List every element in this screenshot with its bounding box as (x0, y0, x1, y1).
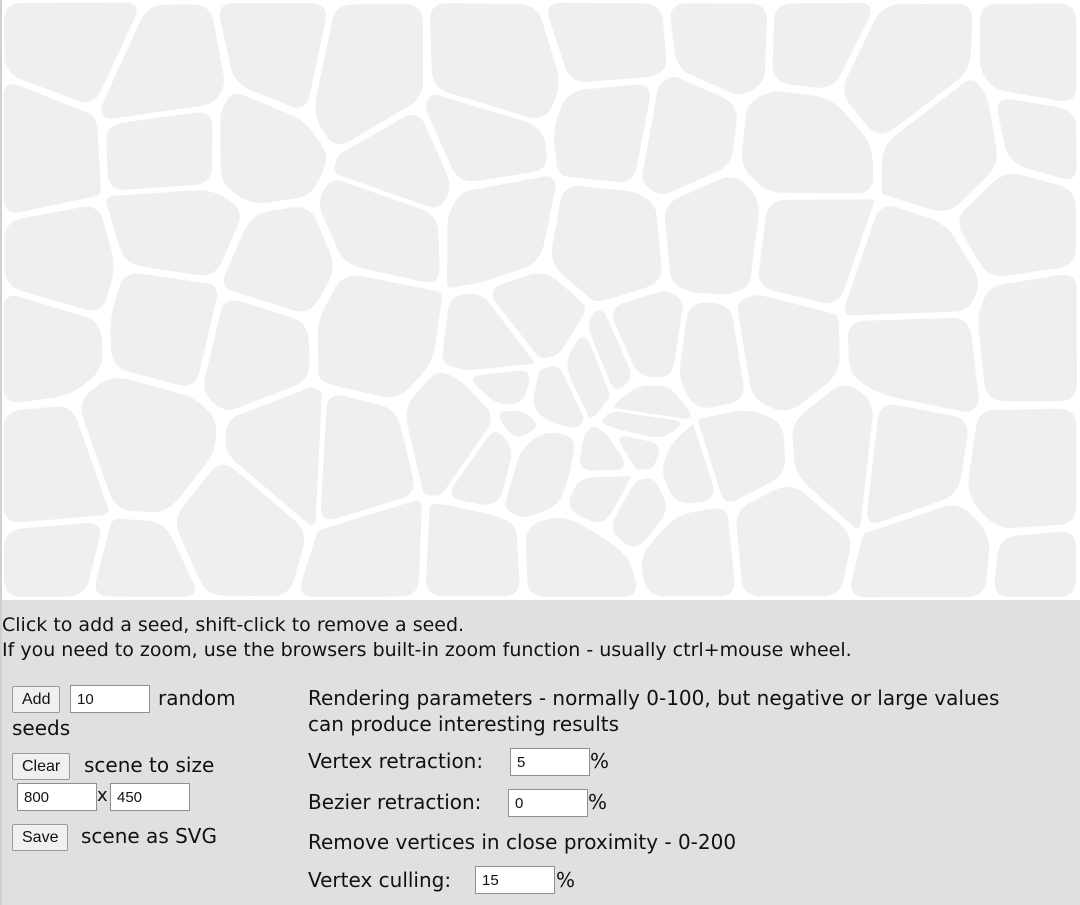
rendering-heading-2: can produce interesting results (308, 712, 620, 736)
random-label: random (158, 686, 236, 710)
voronoi-canvas[interactable] (0, 0, 1080, 600)
voronoi-cell (106, 112, 213, 190)
voronoi-cell (3, 295, 103, 403)
voronoi-cell (664, 177, 759, 295)
scene-height-input[interactable] (110, 783, 190, 811)
voronoi-cell (3, 522, 101, 597)
voronoi-cell (997, 99, 1077, 180)
voronoi-cell (847, 317, 979, 412)
vertex-culling-percent: % (556, 868, 576, 892)
bezier-retraction-input[interactable] (508, 789, 588, 817)
voronoi-cell (220, 93, 327, 203)
seeds-label: seeds (12, 716, 71, 740)
voronoi-cell (317, 275, 443, 398)
voronoi-cell (959, 173, 1076, 276)
voronoi-cell (473, 370, 530, 404)
voronoi-cell (548, 2, 667, 82)
random-count-input[interactable] (70, 685, 150, 713)
voronoi-cell (3, 84, 101, 213)
voronoi-cell (106, 190, 240, 276)
clear-button[interactable]: Clear (12, 753, 71, 780)
size-times-label: x (97, 785, 108, 806)
instruction-line-1: Click to add a seed, shift-click to remo… (2, 614, 465, 636)
voronoi-cell (223, 207, 333, 312)
voronoi-cell (670, 3, 767, 95)
vertex-retraction-label: Vertex retraction: (308, 749, 484, 773)
rendering-heading-1: Rendering parameters - normally 0-100, b… (308, 686, 1000, 710)
voronoi-cell (867, 404, 968, 523)
voronoi-cell (426, 503, 520, 597)
voronoi-cell (994, 531, 1077, 597)
voronoi-cell (219, 3, 327, 108)
voronoi-cell (679, 302, 744, 408)
bezier-retraction-percent: % (588, 790, 608, 814)
voronoi-cell (300, 500, 422, 597)
voronoi-diagram[interactable] (0, 0, 1080, 600)
scene-to-size-label: scene to size (84, 753, 215, 777)
voronoi-cell (642, 76, 737, 194)
voronoi-cell (551, 186, 662, 302)
voronoi-cell (447, 176, 556, 288)
voronoi-cell (619, 436, 660, 470)
voronoi-cell (110, 273, 218, 386)
voronoi-cell (968, 408, 1077, 529)
voronoi-cell (4, 206, 114, 311)
add-button[interactable]: Add (12, 686, 61, 713)
vertex-culling-label: Vertex culling: (308, 868, 452, 892)
voronoi-cell (505, 432, 575, 517)
page-left-border (0, 0, 2, 905)
vertex-culling-input[interactable] (475, 866, 555, 894)
vertex-retraction-percent: % (590, 749, 610, 773)
voronoi-cell (499, 410, 537, 437)
voronoi-cell (579, 426, 624, 471)
voronoi-cell (204, 300, 310, 410)
voronoi-cell (737, 295, 840, 411)
instruction-line-2: If you need to zoom, use the browsers bu… (2, 639, 852, 661)
voronoi-cell (321, 395, 414, 520)
save-svg-label: scene as SVG (81, 824, 217, 848)
bezier-retraction-label: Bezier retraction: (308, 790, 482, 814)
voronoi-cell (979, 3, 1077, 102)
voronoi-cell (554, 84, 650, 182)
voronoi-cell (978, 274, 1077, 402)
vertex-retraction-input[interactable] (510, 748, 590, 776)
scene-width-input[interactable] (17, 783, 97, 811)
save-button[interactable]: Save (12, 824, 69, 851)
proximity-heading: Remove vertices in close proximity - 0-2… (308, 830, 737, 854)
